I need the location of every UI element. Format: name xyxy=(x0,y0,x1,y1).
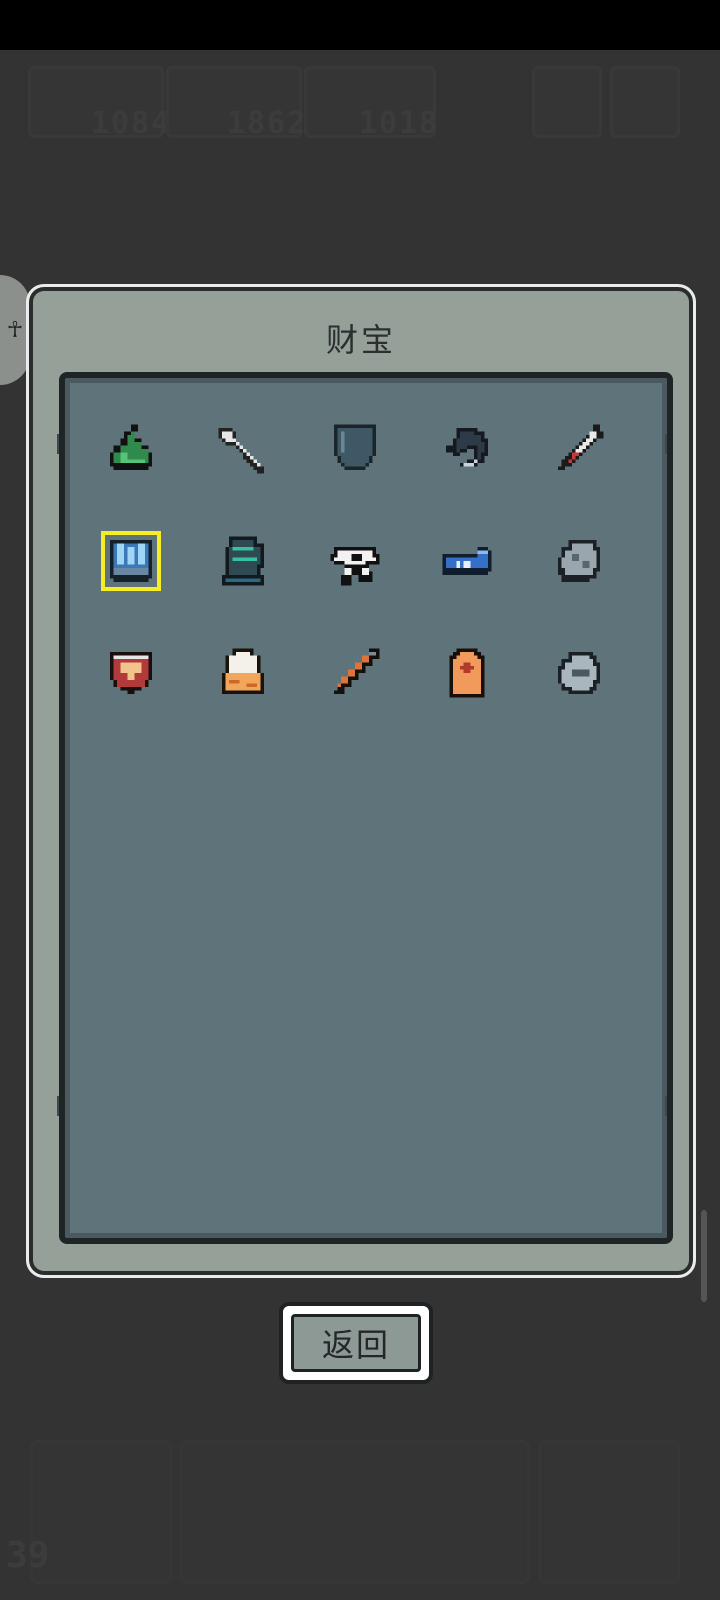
treasure-dialog: 财宝 xyxy=(26,284,696,1278)
scrollbar[interactable] xyxy=(701,1210,707,1302)
egg-basket-icon xyxy=(222,648,264,694)
resource-gem-value: 1018 xyxy=(359,106,440,141)
dialog-title: 财宝 xyxy=(325,321,396,359)
bone-wand-icon xyxy=(218,428,264,474)
center-action-box[interactable] xyxy=(180,1440,530,1584)
stone-rune-icon xyxy=(558,540,600,582)
panel-rivet xyxy=(57,434,67,454)
hero-action-box[interactable] xyxy=(538,1440,680,1584)
treasure-slot[interactable] xyxy=(215,645,271,701)
treasure-slot[interactable] xyxy=(215,533,271,589)
dark-crow-icon xyxy=(446,428,488,467)
level-number: 39 xyxy=(6,1535,50,1576)
resource-gem: 1018 xyxy=(304,66,440,141)
back-button[interactable]: 返回 xyxy=(279,1302,433,1384)
treasure-slot[interactable] xyxy=(551,533,607,589)
treasure-slot[interactable] xyxy=(439,421,495,477)
iron-shield-icon xyxy=(334,424,376,470)
star-tombstone-icon xyxy=(449,648,485,698)
treasure-slot[interactable] xyxy=(103,421,159,477)
syringe-icon xyxy=(558,424,604,470)
treasure-slot-selected[interactable] xyxy=(101,531,161,591)
treasure-panel xyxy=(57,372,675,1244)
treasure-slot[interactable] xyxy=(551,645,607,701)
resource-ore: 1862 xyxy=(166,66,305,141)
resource-fire: 1084 xyxy=(28,66,169,141)
gear-stone-icon xyxy=(558,652,600,694)
close-action-box[interactable] xyxy=(30,1440,172,1584)
resource-fire-value: 1084 xyxy=(91,106,172,141)
panel-rivet xyxy=(665,1096,675,1116)
settings-button[interactable] xyxy=(610,66,680,138)
menu-button[interactable] xyxy=(532,66,602,138)
treasure-slot[interactable] xyxy=(327,533,383,589)
accessibility-icon: ☥ xyxy=(6,317,24,343)
crest-shield-icon xyxy=(110,652,152,694)
treasure-slot[interactable] xyxy=(215,421,271,477)
eye-amulet-icon xyxy=(330,547,380,586)
treasure-slot[interactable] xyxy=(327,421,383,477)
resource-ore-value: 1862 xyxy=(227,106,308,141)
ticket-icon xyxy=(442,547,492,575)
back-button-label: 返回 xyxy=(291,1314,421,1372)
panel-rivet xyxy=(665,434,675,454)
treasure-slot[interactable] xyxy=(103,645,159,701)
panel-rivet xyxy=(57,1096,67,1116)
treasure-slot[interactable] xyxy=(327,645,383,701)
treasure-slot[interactable] xyxy=(439,645,495,701)
treasure-slot[interactable] xyxy=(551,421,607,477)
bronze-dagger-icon xyxy=(334,648,380,694)
gauntlet-icon xyxy=(222,536,264,586)
treasure-slot[interactable] xyxy=(439,533,495,589)
crystal-armor-icon xyxy=(110,540,152,582)
green-slime-icon xyxy=(110,424,152,470)
